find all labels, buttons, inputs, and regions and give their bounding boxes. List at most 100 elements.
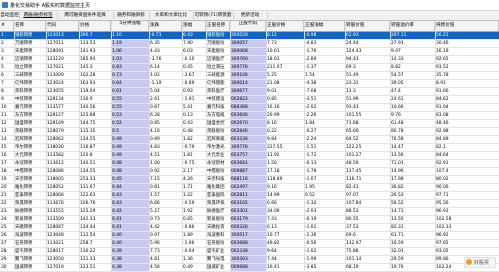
table-row[interactable]: 5 恒立转债 127021 145.3 0.83 6.14 0.45 恒立液压 300776 21…: [0, 64, 499, 72]
table-cell: 新泉转债: [15, 217, 33, 222]
table-cell: 迈瑞医疗: [207, 57, 225, 62]
table-row[interactable]: 20 雅化转债 128052 131.67 0.44 0.81 1.71 雅化集团 002497…: [0, 184, 499, 192]
column-header[interactable]: 5分钟涨幅: [111, 21, 149, 31]
table-cell: 0.49: [111, 152, 149, 159]
column-header[interactable]: #: [0, 21, 14, 31]
table-row[interactable]: 27 石英转债 113021 258.7 0.40 5.96 -1.96 石英股份 603688…: [0, 240, 499, 248]
table-cell: 91.04: [436, 105, 449, 110]
table-row[interactable]: 1 银轮转债 123013 396.7 1.10 -0.73 6.43 银轮股份 300528 8…: [0, 32, 499, 40]
table-cell: 振德转债: [15, 209, 33, 214]
table-cell: 30.46: [436, 41, 449, 46]
column-header[interactable]: 正股代码: [230, 21, 266, 31]
table-cell: 002846: [230, 128, 266, 135]
column-header[interactable]: 正股名称: [206, 21, 230, 31]
table-cell: 6.14: [150, 65, 160, 70]
table-row[interactable]: 17 永冠转债 113612 140.51 0.48 1.00 -0.75 永冠新材 60368…: [0, 160, 499, 168]
table-cell: 300014: [230, 80, 266, 87]
column-divider: [182, 21, 183, 270]
table-row[interactable]: 18 中鼎转债 128086 134.55 0.48 0.92 2.17 中鼎股份 000887…: [0, 168, 499, 176]
column-header[interactable]: 名称: [14, 21, 46, 31]
table-row[interactable]: 25 天路转债 128087 134.44 0.41 4.42 -0.86 天路投资 60032…: [0, 224, 499, 232]
table-cell: 34.06: [267, 209, 280, 214]
table-row[interactable]: 12 国盛转债 128109 144.75 0.52 0.85 0.43 国盛金控 002670…: [0, 120, 499, 128]
table-cell: -2.26: [305, 113, 317, 118]
table-cell: -2.02: [305, 105, 317, 110]
table-row[interactable]: 26 海波转债 123048 112.54 0.40 0.97 1.89 海波重科 300517…: [0, 232, 499, 240]
table-cell: -1.02: [305, 249, 317, 254]
tab-item[interactable]: 大单和大单比比: [149, 12, 194, 19]
tab-item[interactable]: 更新活动: [233, 12, 268, 19]
table-cell: 300760: [230, 56, 266, 63]
table-row[interactable]: 10 嘉元转债 113577 140.56 0.55 0.87 5.41 嘉元科技 688388…: [0, 104, 499, 112]
column-header[interactable]: 转股价值: [345, 21, 390, 31]
table-row[interactable]: 4 迈瑞转债 123120 185.94 1.03 -3.76 -0.10 迈瑞医疗 30076…: [0, 56, 499, 64]
table-row[interactable]: 23 振德转债 113555 125.29 0.42 5.27 1.92 振德医疗 603301…: [0, 208, 499, 216]
table-row[interactable]: 30 国城转债 127019 123.51 0.38 4.56 0.49 国城矿业 000688…: [0, 264, 499, 272]
table-row[interactable]: 13 英联转债 128079 115.35 0.5 4.16 0.48 英联股份 002846 0…: [0, 128, 499, 136]
table-row[interactable]: 11 东方转债 128127 125.88 0.53 6.28 0.13 东方电缆 603606…: [0, 112, 499, 120]
column-header[interactable]: 转股溢价率: [390, 21, 435, 31]
table-cell: 688116: [230, 176, 266, 183]
table-cell: 11: [1, 113, 7, 118]
table-cell: 1.00: [150, 161, 160, 166]
column-header[interactable]: 涨幅: [182, 21, 206, 31]
table-cell: 93.05: [436, 249, 449, 254]
table-cell: 亿纬锂能: [207, 81, 225, 86]
tab-item[interactable]: 两可融资盘条件选择: [57, 12, 114, 19]
column-header[interactable]: 涨跌: [149, 21, 182, 31]
table-cell: 1.71: [183, 185, 193, 190]
table-cell: -0.27: [305, 129, 317, 134]
column-divider: [206, 21, 207, 270]
table-cell: 128052: [47, 185, 64, 190]
table-cell: 9.76: [391, 113, 401, 118]
table-row[interactable]: 14 宏辉转债 128062 134.55 0.49 0.89 1.82 宏辉果蔬 603336…: [0, 136, 499, 144]
table-cell: 76.58: [391, 137, 404, 142]
table-row[interactable]: 7 亿纬转债 123024 163.93 0.64 -1.19 -0.89 亿纬锂能 30001…: [0, 80, 499, 88]
table-cell: 84.64: [436, 153, 449, 158]
table-cell: 0.49: [111, 136, 149, 143]
tab-item[interactable]: 可转债(71)转债套: [193, 12, 234, 19]
table-row[interactable]: 28 盛屯转债 128017 130.22 0.39 7.73 -0.64 盛屯矿业 00233…: [0, 248, 499, 256]
table-row[interactable]: 6 三峡转债 113009 102.28 0.73 1.02 -3.67 三峡能源 300106…: [0, 72, 499, 80]
table-cell: 0.89: [150, 137, 160, 142]
table-row[interactable]: 3 天能转债 128091 141.93 1.06 4.43 6.03 天能股份 300068 1…: [0, 48, 499, 56]
table-cell: 25: [1, 225, 7, 230]
table-cell: 227.55: [267, 145, 283, 150]
column-header[interactable]: 正股价格: [266, 21, 304, 31]
table-cell: 0.97: [150, 233, 160, 238]
table-row[interactable]: 29 聚飞转债 123050 121.33 0.38 4.81 1.36 聚飞光电 300303…: [0, 256, 499, 264]
table-cell: 124.43: [346, 49, 362, 54]
table-cell: 71.01: [391, 161, 404, 166]
column-header[interactable]: 代码: [46, 21, 79, 31]
table-cell: 603179: [230, 216, 266, 223]
table-cell: 6.28: [150, 113, 160, 118]
table-row[interactable]: 9 中装转债 128134 130.9 0.55 2.61 -1.91 中装建设 002822 0…: [0, 96, 499, 104]
table-cell: 0.43: [183, 121, 193, 126]
tab-item[interactable]: 自动监控: [0, 12, 20, 19]
table-cell: 51.49: [346, 73, 359, 78]
column-header[interactable]: 价格: [79, 21, 111, 31]
tab-item[interactable]: 两融/融券标签: [19, 12, 58, 19]
table-cell: -2.24: [305, 137, 317, 142]
table-row[interactable]: 21 亚泰转债 128066 122.63 0.43 1.57 1.22 亚泰国际 002811…: [0, 192, 499, 200]
table-row[interactable]: 16 大元转债 113582 120.8 0.49 4.51 1.81 大元泵业 603757 1…: [0, 152, 499, 160]
table-row[interactable]: 24 新泉转债 113509 142.33 0.41 0.73 0.85 新泉股份 603179…: [0, 216, 499, 224]
table-cell: 1.19: [111, 40, 149, 47]
table-cell: 002338: [230, 248, 266, 255]
table-row[interactable]: 22 荣晟转债 113676 106.76 0.43 6.66 -0.59 荣晟环保 60316…: [0, 200, 499, 208]
column-header[interactable]: 纯债价值: [435, 21, 499, 31]
table-cell: 5.41: [183, 105, 193, 110]
column-header[interactable]: 正股涨幅: [304, 21, 345, 31]
table-cell: 123048: [47, 233, 64, 238]
table-cell: 113582: [47, 153, 64, 158]
table-cell: 102.58: [436, 217, 452, 222]
table-row[interactable]: 2 万顺转债 127011 133.53 1.19 6.35 7.90 万顺股份 300057 7…: [0, 40, 499, 48]
table-row[interactable]: 8 英科转债 123055 119.04 0.61 5.04 0.93 英科医疗 300677 9…: [0, 88, 499, 96]
table-cell: 0.45: [183, 65, 193, 70]
table-cell: 92.91: [436, 161, 449, 166]
table-cell: 1.50: [267, 161, 277, 166]
table-row[interactable]: 19 天奈转债 118005 253.33 0.45 7.15 4.26 天奈科技 688116…: [0, 176, 499, 184]
table-row[interactable]: 15 帝尔转债 118030 116.87 0.49 4.83 -0.79 帝尔激光 30077…: [0, 144, 499, 152]
tab-item[interactable]: 融券和融资标: [113, 12, 150, 19]
table-cell: 东方电缆: [207, 113, 225, 118]
